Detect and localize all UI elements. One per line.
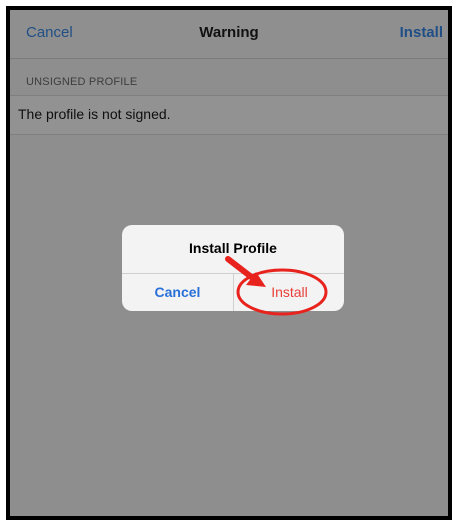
install-profile-alert: Install Profile Cancel Install — [122, 225, 344, 311]
info-row-text: The profile is not signed. — [18, 106, 171, 122]
nav-title: Warning — [199, 24, 259, 41]
navigation-bar: Cancel Warning Install — [10, 10, 448, 59]
alert-title: Install Profile — [189, 240, 277, 256]
screen-frame: Cancel Warning Install UNSIGNED PROFILE … — [6, 6, 452, 520]
alert-install-button[interactable]: Install — [234, 273, 344, 311]
info-row: The profile is not signed. — [10, 95, 448, 135]
section-header: UNSIGNED PROFILE — [26, 76, 138, 88]
nav-install-button[interactable]: Install — [400, 24, 443, 41]
alert-cancel-button[interactable]: Cancel — [122, 273, 233, 311]
